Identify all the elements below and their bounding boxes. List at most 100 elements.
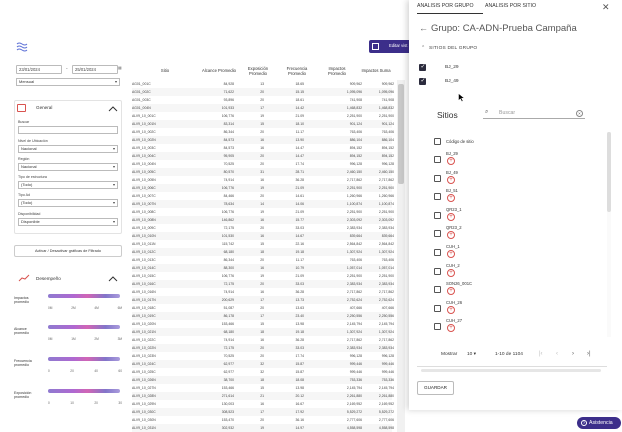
table-row[interactable]: ALV9_10_006C 106,776 19 21.09 2,251,900 2,251… (132, 184, 394, 192)
collapse-chevron-icon[interactable] (108, 106, 118, 112)
prev-page-icon[interactable]: ‹ (556, 351, 558, 357)
table-row[interactable]: AG01_004N 101,933 17 14.42 1,468,832 1,468,83… (132, 104, 394, 112)
clear-search-icon[interactable]: × (576, 110, 583, 117)
site-checkbox[interactable] (434, 304, 441, 312)
table-row[interactable]: ALV9_10_022C 74,914 16 36.28 2,717,862 2,717,… (132, 336, 394, 344)
site-checkbox[interactable] (434, 193, 441, 201)
metric-range-frecuencia[interactable] (48, 357, 120, 361)
table-row[interactable]: AG01_003C 93,896 20 18.61 741,908 741,908 (132, 96, 394, 104)
save-button[interactable]: GUARDAR (417, 381, 454, 395)
next-page-icon[interactable]: › (572, 351, 574, 357)
table-row[interactable]: ALV9_10_004N 70,525 20 17.74 996,128 996,128 (132, 160, 394, 168)
table-row[interactable]: ALV9_10_017N 200,629 17 13.73 2,752,624 2,752… (132, 296, 394, 304)
column-header-impactos-promedio[interactable]: Impactos Promedio (322, 66, 352, 76)
table-row[interactable]: ALV9_10_019C 86,178 17 23.40 2,250,556 2,250,… (132, 312, 394, 320)
table-row[interactable]: ALV9_10_030C 308,523 17 17.92 5,529,272 5,529… (132, 408, 394, 416)
table-row[interactable]: ALV9_10_016N 74,914 16 36.28 2,717,862 2,717,… (132, 288, 394, 296)
table-row[interactable]: ALV9_10_002C 86,344 20 11.17 763,406 763,406 (132, 128, 394, 136)
disponibilidad-select[interactable]: Disponible ▾ (18, 218, 118, 226)
table-row[interactable]: ALV9_10_021N 68,180 18 19.18 1,307,924 1,307,… (132, 328, 394, 336)
select-all-checkbox[interactable] (434, 138, 441, 145)
column-header-impactos-suma[interactable]: Impactos Suma (356, 68, 396, 73)
collapse-chevron-icon[interactable] (108, 276, 118, 282)
table-row[interactable]: ALV9_10_012C 68,180 18 19.18 1,307,924 1,307,… (132, 248, 394, 256)
add-site-icon[interactable]: + (447, 305, 455, 314)
tab-analisis-por-sitio[interactable]: ANALISIS POR SITIO (485, 0, 545, 14)
add-site-icon[interactable]: + (447, 194, 455, 203)
last-page-icon[interactable]: ›| (587, 351, 591, 357)
table-row[interactable]: ALV9_10_009C 72,175 20 33.03 2,383,934 2,383,… (132, 224, 394, 232)
first-page-icon[interactable]: |‹ (539, 351, 543, 357)
table-row[interactable]: AG01_001C 84,928 13 18.65 909,962 909,962 (132, 80, 394, 88)
group-site-checkbox-bj29[interactable] (419, 63, 426, 71)
metric-range-alcance[interactable] (48, 325, 120, 329)
site-list-scrollbar[interactable] (607, 132, 611, 337)
region-select[interactable]: Nacional ▾ (18, 163, 118, 171)
tipo-ad-select[interactable]: (Todo) ▾ (18, 199, 118, 207)
table-row[interactable]: ALV9_10_029N 130,003 16 16.67 2,169,952 2,169… (132, 400, 394, 408)
table-row[interactable]: ALV9_10_030N 153,470 20 36.16 2,777,606 2,777… (132, 416, 394, 424)
edit-view-button[interactable]: Editar vist (369, 40, 413, 53)
horizontal-scrollbar[interactable] (421, 369, 601, 372)
table-row[interactable]: ALV9_10_008N 146,862 16 15.77 2,303,092 2,303… (132, 216, 394, 224)
add-site-icon[interactable]: + (447, 212, 455, 221)
site-checkbox[interactable] (434, 230, 441, 238)
table-row[interactable]: ALV9_10_024C 62,977 32 15.87 999,446 999,446 (132, 360, 394, 368)
assistance-button[interactable]: ? Asistencia (577, 417, 621, 429)
add-site-icon[interactable]: + (447, 324, 455, 333)
add-site-icon[interactable]: + (447, 175, 455, 184)
back-arrow-icon[interactable]: ← (419, 23, 428, 33)
table-row[interactable]: ALV9_10_028N 271,614 21 20.12 2,261,880 2,261… (132, 392, 394, 400)
metric-range-impactos[interactable] (48, 294, 120, 298)
rows-per-page-select[interactable]: 10 ▾ (467, 352, 476, 357)
site-checkbox[interactable] (434, 174, 441, 182)
table-row[interactable]: ALV9_10_005N 74,914 16 36.28 2,717,862 2,717,… (132, 176, 394, 184)
column-header-exposicion[interactable]: Exposición Promedio (244, 66, 272, 76)
table-row[interactable]: AG01_002C 71,622 20 15.15 1,095,096 1,095,096 (132, 88, 394, 96)
metric-range-exposicion[interactable] (48, 389, 120, 393)
add-site-icon[interactable]: + (447, 231, 455, 240)
column-header-alcance[interactable]: Alcance Promedio (194, 68, 244, 73)
nivel-select[interactable]: Nacional ▾ (18, 145, 118, 153)
table-row[interactable]: ALV9_10_004C 95,905 20 14.47 894,152 894,152 (132, 152, 394, 160)
date-to-input[interactable]: 25/01/2024 (72, 65, 118, 74)
scrollbar-thumb[interactable] (607, 132, 611, 212)
table-row[interactable]: ALV9_10_002N 84,573 16 13.90 886,104 886,104 (132, 136, 394, 144)
site-checkbox[interactable] (434, 286, 441, 294)
table-row[interactable]: ALV9_10_020N 153,466 15 13.98 2,145,794 2,145… (132, 320, 394, 328)
table-row[interactable]: ALV9_10_013C 86,344 20 11.17 763,406 763,406 (132, 256, 394, 264)
table-row[interactable]: ALV9_10_007C 84,466 20 14.61 1,260,966 1,260,… (132, 192, 394, 200)
calendar-icon[interactable]: ▦ (118, 65, 124, 74)
table-row[interactable]: ALV9_10_001C 106,776 19 21.09 2,251,900 2,251… (132, 112, 394, 120)
table-row[interactable]: ALV9_10_016C 72,175 20 33.03 2,383,934 2,383,… (132, 280, 394, 288)
site-checkbox[interactable] (434, 156, 441, 163)
table-row[interactable]: ALV9_10_026N 38,700 18 18.08 753,336 753,336 (132, 376, 394, 384)
tab-analisis-por-grupo[interactable]: ANALISIS POR GRUPO (417, 0, 483, 14)
table-row[interactable]: ALV9_10_005C 80,570 31 28.71 2,460,150 2,460,… (132, 168, 394, 176)
table-row[interactable]: ALV9_10_022N 72,175 20 33.03 2,383,934 2,383,… (132, 344, 394, 352)
table-row[interactable]: ALV9_10_001N 83,314 15 18.10 901,124 901,124 (132, 120, 394, 128)
site-checkbox[interactable] (434, 323, 441, 331)
toggle-filter-charts-button[interactable]: Activar / Desactivar gráficas de Filtrad… (14, 245, 122, 257)
table-row[interactable]: ALV9_10_007N 78,634 14 14.06 1,100,874 1,100,… (132, 200, 394, 208)
add-site-icon[interactable]: + (447, 250, 455, 258)
table-row[interactable]: ALV9_10_023N 70,525 20 17.74 996,128 996,128 (132, 352, 394, 360)
table-row[interactable]: ALV9_10_018C 51,087 20 13.63 407,666 407,666 (132, 304, 394, 312)
site-checkbox[interactable] (434, 211, 441, 219)
site-search-input[interactable]: Buscar (499, 110, 515, 116)
close-icon[interactable]: ✕ (602, 2, 610, 13)
tipo-estructura-select[interactable]: (Todo) ▾ (18, 181, 118, 189)
table-scrollbar[interactable] (397, 80, 405, 432)
period-select[interactable]: Mensual ▾ (16, 78, 120, 86)
add-site-icon[interactable]: + (447, 287, 455, 296)
table-row[interactable]: ALV9_10_015C 106,776 19 21.09 2,251,900 2,251… (132, 272, 394, 280)
scrollbar-thumb[interactable] (398, 84, 404, 184)
table-row[interactable]: ALV9_10_031N 302,932 19 14.97 4,558,598 4,558… (132, 424, 394, 432)
table-row[interactable]: ALV9_10_014C 88,300 16 10.79 1,057,014 1,057,… (132, 264, 394, 272)
column-header-sitio[interactable]: Sitio (150, 68, 180, 73)
date-from-input[interactable]: 23/01/2024 (16, 65, 62, 74)
table-row[interactable]: ALV9_10_003C 84,573 16 14.47 894,152 894,152 (132, 144, 394, 152)
group-site-checkbox-bj49[interactable] (419, 77, 426, 85)
site-checkbox[interactable] (434, 267, 441, 275)
table-row[interactable]: ALV9_10_025C 62,977 32 15.87 999,446 999,446 (132, 368, 394, 376)
